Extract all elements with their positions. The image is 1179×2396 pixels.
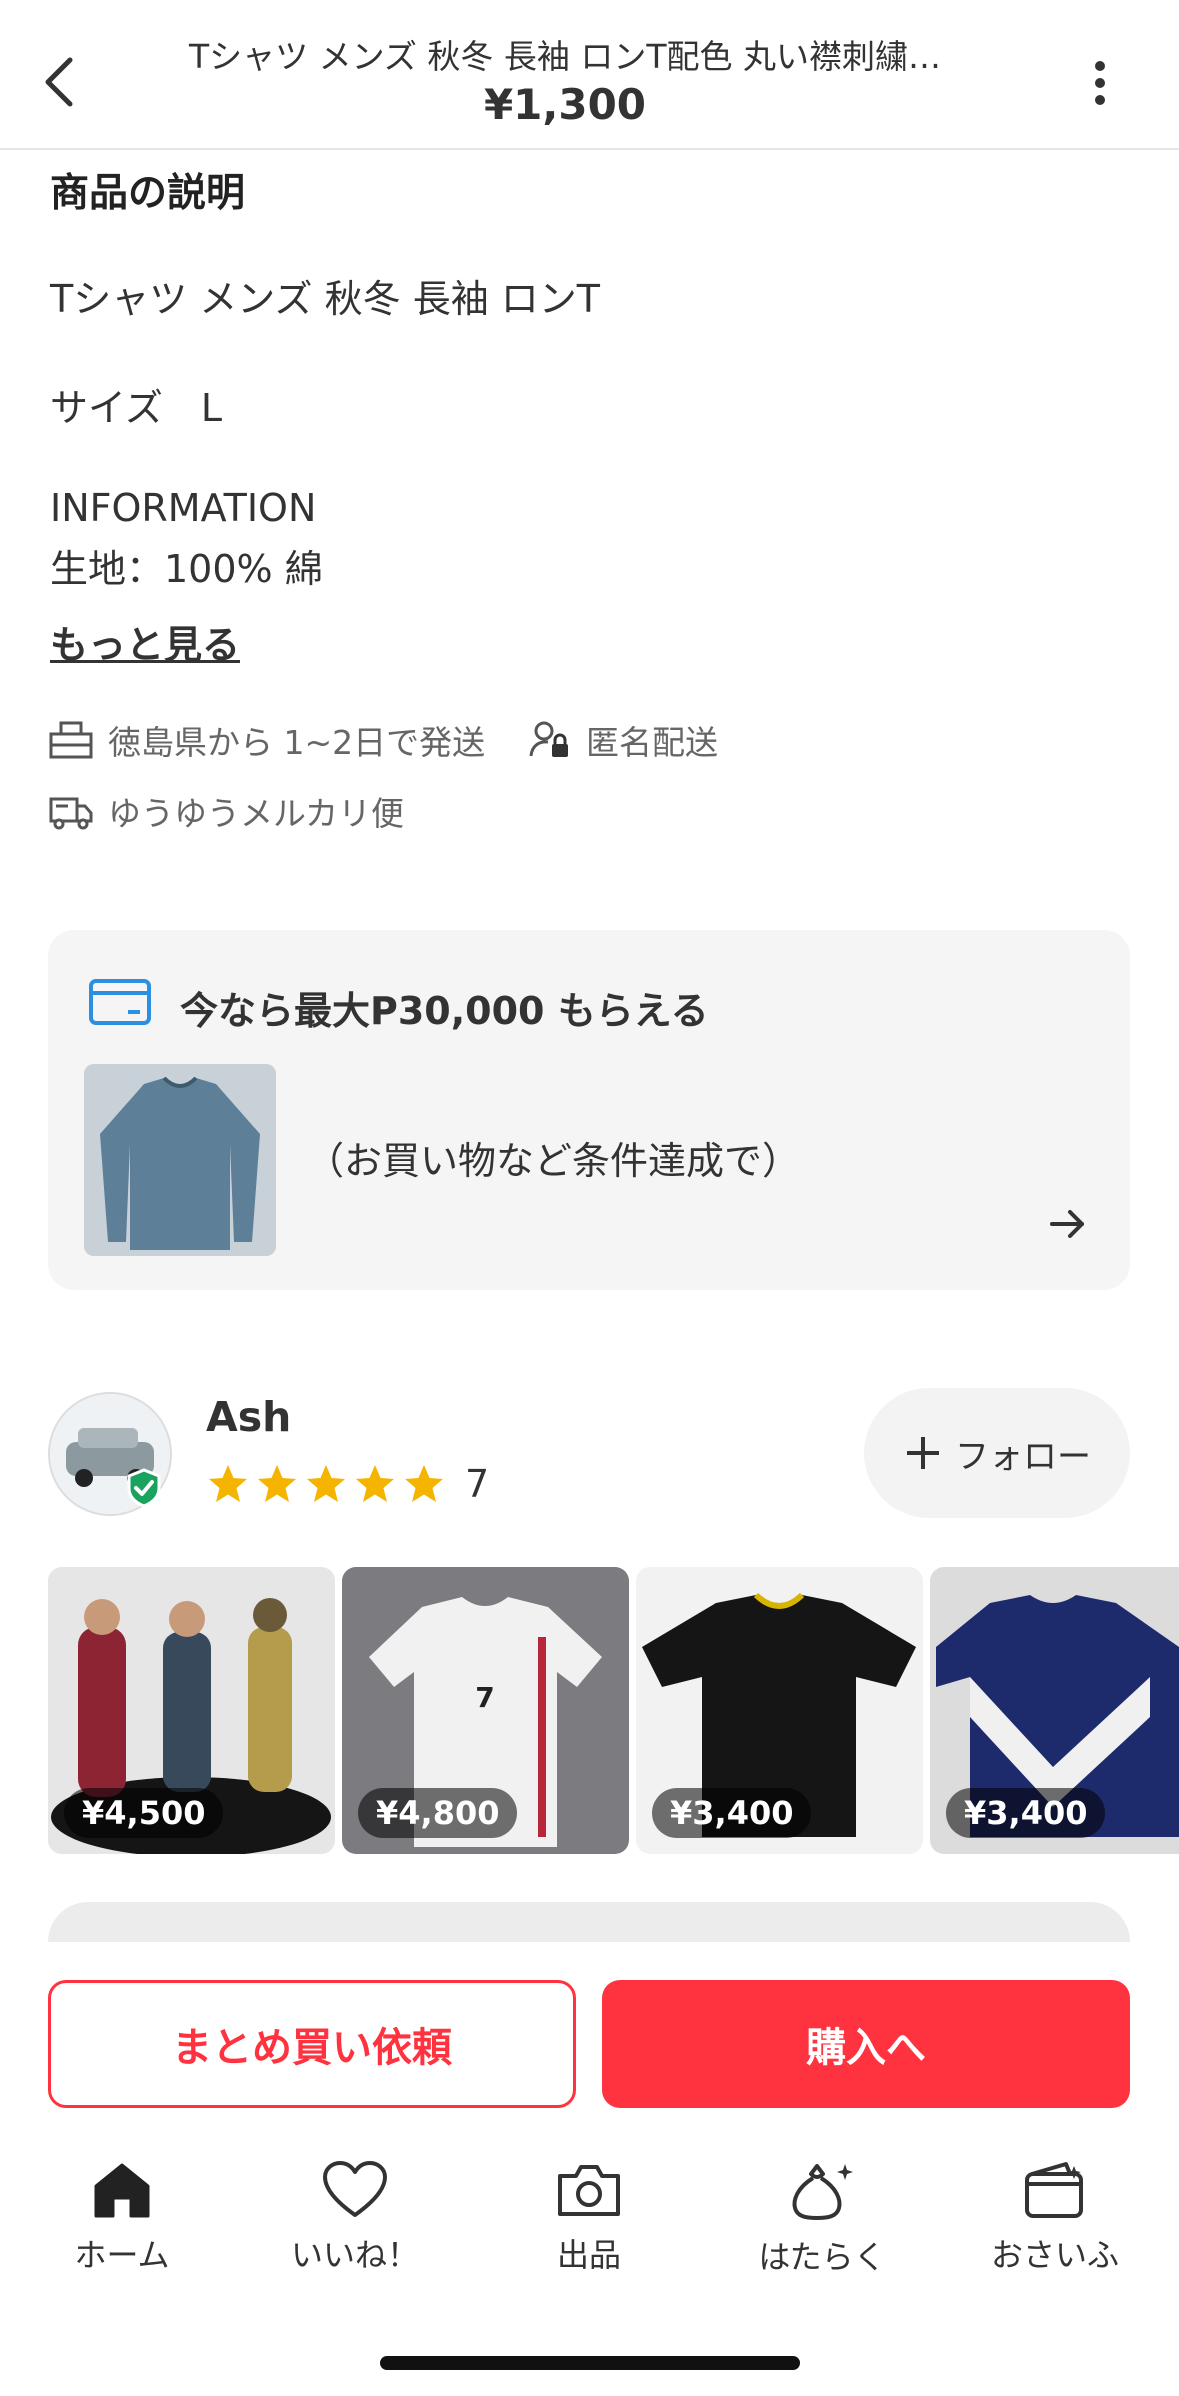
anonymous-user-icon: [529, 721, 568, 757]
wallet-icon: [1025, 2162, 1083, 2218]
star-icon: [258, 1465, 296, 1502]
points-promo-card[interactable]: 今なら最大P30,000 もらえる （お買い物など条件達成で）: [48, 930, 1130, 1290]
home-indicator: [380, 2356, 800, 2370]
item-price-tag: ¥3,400: [946, 1788, 1106, 1838]
follow-button[interactable]: フォロー: [864, 1388, 1130, 1518]
chevron-left-icon: [45, 57, 73, 107]
camera-icon: [558, 2165, 620, 2216]
tab-work[interactable]: はたらく: [722, 2160, 922, 2278]
item-price: ¥1,300: [483, 80, 647, 129]
seller-item-thumb[interactable]: 7 ¥4,800: [342, 1567, 629, 1854]
product-image: [84, 1064, 276, 1256]
rating-count: 7: [465, 1462, 490, 1506]
seller-item-thumb[interactable]: ¥3,400: [930, 1567, 1179, 1854]
truck-icon: [49, 797, 93, 830]
seller-rating: 7: [206, 1462, 489, 1506]
description-line: サイズ L: [50, 386, 223, 430]
rating-stars: [206, 1462, 451, 1506]
seller-name[interactable]: Ash: [206, 1393, 291, 1441]
anonymous-shipping-text: 匿名配送: [586, 723, 718, 762]
anonymous-shipping: 匿名配送: [528, 716, 718, 764]
item-title: Tシャツ メンズ 秋冬 長袖 ロンT配色 丸い襟刺繍…: [188, 37, 942, 76]
item-price-tag: ¥3,400: [652, 1788, 812, 1838]
star-icon: [356, 1465, 394, 1502]
plus-icon: [907, 1437, 939, 1469]
tab-label: いいね！: [290, 2236, 419, 2274]
promo-subtitle: （お買い物など条件達成で）: [306, 1139, 801, 1183]
arrow-right-icon: [1050, 1210, 1084, 1238]
money-bag-icon: [792, 2164, 853, 2220]
tab-label: おさいふ: [990, 2236, 1119, 2274]
shipping-origin-text: 徳島県から 1~2日で発送: [108, 723, 486, 762]
tab-label: はたらく: [758, 2238, 886, 2276]
back-button[interactable]: [38, 52, 88, 112]
tab-wallet[interactable]: おさいふ: [955, 2160, 1155, 2276]
description-line: INFORMATION: [50, 486, 317, 530]
shipping-method: ゆうゆうメルカリ便: [48, 787, 404, 835]
home-icon: [94, 2163, 150, 2218]
tab-likes[interactable]: いいね！: [255, 2160, 455, 2276]
star-icon: [209, 1465, 247, 1502]
heart-icon: [323, 2161, 387, 2217]
shipping-method-text: ゆうゆうメルカリ便: [108, 794, 405, 833]
shipping-origin: 徳島県から 1~2日で発送: [48, 716, 485, 764]
package-icon: [49, 721, 93, 759]
buy-button[interactable]: 購入へ: [602, 1980, 1130, 2108]
verified-badge-icon: [127, 1468, 161, 1508]
tab-home[interactable]: ホーム: [22, 2160, 222, 2276]
credit-card-icon: [89, 979, 151, 1025]
item-price-tag: ¥4,500: [64, 1788, 224, 1838]
seller-item-thumb[interactable]: ¥3,400: [636, 1567, 923, 1854]
follow-label: フォロー: [955, 1436, 1091, 1477]
promo-title: 今なら最大P30,000 もらえる: [180, 989, 709, 1033]
tab-label: ホーム: [74, 2236, 170, 2274]
item-price-tag: ¥4,800: [358, 1788, 518, 1838]
tab-label: 出品: [556, 2236, 621, 2274]
description-line: 生地：100% 綿: [50, 547, 323, 591]
see-more-link[interactable]: もっと見る: [50, 614, 240, 669]
description-line: Tシャツ メンズ 秋冬 長袖 ロンT: [50, 277, 600, 321]
description-heading: 商品の説明: [50, 171, 246, 216]
svg-text:7: 7: [475, 1681, 494, 1714]
seller-item-thumb[interactable]: ¥4,500: [48, 1567, 335, 1854]
star-icon: [307, 1465, 345, 1502]
tab-sell[interactable]: 出品: [489, 2160, 689, 2276]
star-icon: [405, 1465, 443, 1502]
more-menu-button[interactable]: [1080, 55, 1120, 111]
bundle-request-button[interactable]: まとめ買い依頼: [48, 1980, 576, 2108]
